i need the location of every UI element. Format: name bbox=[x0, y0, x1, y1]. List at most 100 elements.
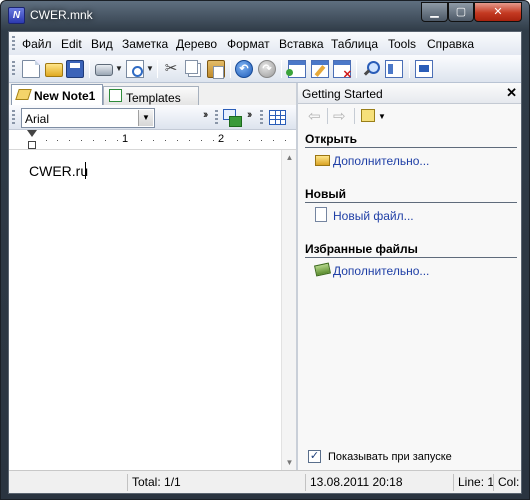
close-icon[interactable]: ✕ bbox=[506, 85, 517, 101]
print-icon[interactable] bbox=[95, 64, 113, 76]
overflow-chevron-icon[interactable]: ›› bbox=[247, 109, 253, 121]
status-bar: Total: 1/1 13.08.2011 20:18 Line: 1 Col:… bbox=[9, 470, 521, 493]
maximize-button[interactable]: ▢ bbox=[448, 2, 474, 22]
new-file-link[interactable]: Новый файл... bbox=[333, 209, 414, 223]
ruler-tick bbox=[105, 140, 106, 141]
format-grip[interactable] bbox=[260, 110, 263, 126]
menu-help[interactable]: Справка bbox=[427, 37, 474, 51]
ruler-tick bbox=[117, 140, 118, 141]
ruler-tick bbox=[153, 140, 154, 141]
fullscreen-icon[interactable] bbox=[415, 60, 433, 78]
favorites-icon[interactable] bbox=[314, 262, 331, 277]
ruler-tick bbox=[165, 140, 166, 141]
print-dropdown-icon[interactable]: ▼ bbox=[115, 64, 123, 73]
section-divider bbox=[305, 147, 517, 148]
paste-icon[interactable] bbox=[207, 60, 225, 79]
minimize-button[interactable]: ▁ bbox=[421, 2, 448, 22]
ruler-tick bbox=[273, 140, 274, 141]
menu-view[interactable]: Вид bbox=[91, 37, 113, 51]
ruler-tick bbox=[189, 140, 190, 141]
delete-note-icon[interactable] bbox=[333, 60, 352, 81]
title-bar[interactable]: N CWER.mnk ▁ ▢ ✕ bbox=[1, 1, 529, 31]
text-caret bbox=[85, 162, 86, 179]
menubar-grip[interactable] bbox=[12, 36, 15, 51]
overflow-chevron-icon[interactable]: ›› bbox=[203, 109, 209, 121]
find-icon[interactable] bbox=[362, 60, 380, 78]
scroll-up-icon[interactable]: ▲ bbox=[282, 150, 297, 165]
table-icon[interactable] bbox=[269, 110, 286, 125]
tab-templates[interactable]: Templates bbox=[103, 86, 199, 105]
ruler-tick bbox=[177, 140, 178, 141]
open-folder-icon[interactable] bbox=[45, 63, 63, 77]
format-grip[interactable] bbox=[12, 110, 15, 126]
back-arrow-icon[interactable]: ⇦ bbox=[308, 107, 321, 125]
section-favorites-title: Избранные файлы bbox=[305, 242, 418, 256]
ruler-tick bbox=[81, 140, 82, 141]
tab-new-note1[interactable]: New Note1 bbox=[11, 84, 103, 105]
ruler[interactable]: 1 2 bbox=[9, 130, 296, 150]
ruler-tick bbox=[57, 140, 58, 141]
tab-label: New Note1 bbox=[34, 89, 96, 103]
panel-title[interactable]: Getting Started bbox=[302, 87, 383, 101]
window-title: CWER.mnk bbox=[30, 8, 93, 22]
new-document-icon[interactable] bbox=[315, 207, 327, 222]
redo-icon[interactable]: ↷ bbox=[258, 60, 276, 78]
forward-arrow-icon[interactable]: ⇨ bbox=[333, 107, 346, 125]
editor-content[interactable]: CWER.ru bbox=[29, 163, 88, 179]
app-window: N CWER.mnk ▁ ▢ ✕ Файл Edit Вид Заметка Д… bbox=[0, 0, 530, 500]
new-file-icon[interactable] bbox=[22, 60, 40, 78]
paragraph-format-icon[interactable] bbox=[223, 109, 242, 127]
getting-started-panel: Getting Started ✕ ⇦ ⇨ ▼ Открыть Дополнит… bbox=[298, 83, 521, 470]
template-icon bbox=[109, 89, 122, 102]
close-window-button[interactable]: ✕ bbox=[474, 2, 522, 22]
print-preview-icon[interactable] bbox=[126, 60, 144, 78]
font-name-select[interactable]: Arial ▼ bbox=[21, 108, 155, 128]
menu-note[interactable]: Заметка bbox=[122, 37, 168, 51]
menu-edit[interactable]: Edit bbox=[61, 37, 82, 51]
favorites-more-link[interactable]: Дополнительно... bbox=[333, 264, 429, 278]
chevron-down-icon[interactable]: ▼ bbox=[138, 110, 153, 126]
indent-marker[interactable] bbox=[27, 130, 37, 150]
note-editor[interactable]: CWER.ru bbox=[9, 150, 296, 470]
save-icon[interactable] bbox=[66, 60, 84, 78]
panel-header: Getting Started ✕ bbox=[298, 83, 521, 104]
menu-format[interactable]: Формат bbox=[227, 37, 270, 51]
nav-separator bbox=[354, 108, 355, 124]
scroll-down-icon[interactable]: ▼ bbox=[282, 455, 297, 470]
ruler-tick bbox=[261, 140, 262, 141]
toolbar-grip[interactable] bbox=[12, 61, 15, 77]
status-total: Total: 1/1 bbox=[127, 474, 305, 491]
app-icon[interactable]: N bbox=[8, 7, 25, 24]
undo-icon[interactable]: ↶ bbox=[235, 60, 253, 78]
open-more-link[interactable]: Дополнительно... bbox=[333, 154, 429, 168]
section-divider bbox=[305, 202, 517, 203]
preview-dropdown-icon[interactable]: ▼ bbox=[146, 64, 154, 73]
ruler-number: 2 bbox=[218, 133, 225, 145]
section-open-title: Открыть bbox=[305, 132, 358, 146]
format-grip[interactable] bbox=[215, 110, 218, 126]
toolbar-separator bbox=[230, 60, 231, 78]
menu-insert[interactable]: Вставка bbox=[279, 37, 324, 51]
menu-bar: Файл Edit Вид Заметка Дерево Формат Вста… bbox=[9, 32, 521, 55]
copy-icon[interactable] bbox=[185, 60, 198, 74]
cut-icon[interactable]: ✂ bbox=[162, 60, 180, 78]
ruler-number: 1 bbox=[122, 133, 129, 145]
menu-tree[interactable]: Дерево bbox=[176, 37, 217, 51]
editor-vertical-scrollbar[interactable]: ▲ ▼ bbox=[281, 150, 297, 470]
toggle-panel-icon[interactable] bbox=[385, 60, 403, 78]
note-tabs: New Note1 Templates bbox=[9, 84, 295, 105]
toolbar-separator bbox=[157, 60, 158, 78]
edit-note-icon[interactable] bbox=[311, 60, 329, 78]
menu-tools[interactable]: Tools bbox=[388, 37, 416, 51]
menu-file[interactable]: Файл bbox=[22, 37, 52, 51]
chevron-down-icon[interactable]: ▼ bbox=[378, 112, 386, 121]
show-on-startup-label[interactable]: Показывать при запуске bbox=[328, 451, 452, 463]
section-new-title: Новый bbox=[305, 187, 346, 201]
home-icon[interactable] bbox=[361, 109, 375, 122]
show-on-startup-checkbox[interactable]: ✓ bbox=[308, 450, 321, 463]
ruler-tick bbox=[46, 140, 47, 141]
add-note-icon[interactable] bbox=[286, 60, 306, 78]
open-folder-icon[interactable] bbox=[315, 155, 330, 166]
status-col: Col: 8 bbox=[493, 474, 521, 491]
menu-table[interactable]: Таблица bbox=[331, 37, 378, 51]
